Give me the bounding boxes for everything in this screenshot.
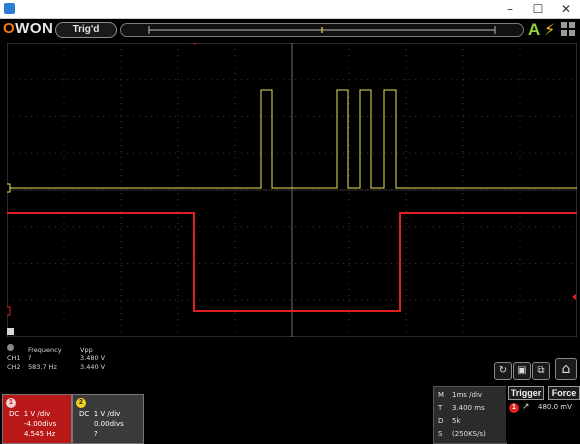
ch2-offset: 0.00divs (94, 420, 124, 428)
menu-marker (7, 328, 14, 335)
app-icon (4, 3, 15, 14)
timebase-row-m: M 1ms /div (438, 391, 483, 399)
measure-ch2-vpp: 3.440 V (80, 363, 106, 371)
trigger-status: Trig'd (55, 22, 117, 38)
close-button[interactable]: ✕ (556, 1, 576, 17)
ch1-ground-marker (7, 183, 11, 193)
measure-ch2-label: CH2 (7, 363, 21, 371)
measure-ch2-freq: 583.7 Hz (28, 363, 57, 371)
menu-grid-icon[interactable] (561, 22, 575, 36)
timebase-panel[interactable]: M 1ms /div T 3.400 ms D 5k S (250KS/s) (433, 386, 507, 444)
ch1-badge: 1 (6, 398, 16, 408)
mode-icon[interactable]: ↻ (494, 362, 512, 380)
memory-position-bar[interactable] (120, 23, 524, 37)
trigger-button[interactable]: Trigger (508, 386, 544, 400)
screen-icon[interactable]: ⧉ (532, 362, 550, 380)
measure-toggle-icon[interactable] (7, 344, 14, 351)
timebase-row-d: D 5k (438, 417, 461, 425)
ch1-offset: -4.00divs (24, 420, 57, 428)
memory-position-track (148, 26, 496, 34)
measure-ch1-label: CH1 (7, 354, 21, 362)
ch2-badge: 2 (76, 398, 86, 408)
measure-head-vpp: Vpp (80, 346, 93, 354)
brand-logo: OWON (3, 20, 54, 37)
lightning-bolt-icon[interactable]: ⚡ (544, 20, 555, 39)
timebase-row-s: S (250KS/s) (438, 430, 486, 438)
timebase-row-t: T 3.400 ms (438, 404, 485, 412)
ch1-coupling: DC 1 V /div (9, 410, 51, 418)
trigger-level: 480.0 mV (538, 403, 572, 411)
rising-edge-icon: ↗ (522, 402, 530, 412)
ch2-coupling: DC 1 V /div (79, 410, 121, 418)
minimize-button[interactable]: – (500, 1, 520, 17)
measure-head-frequency: Frequency (28, 346, 62, 354)
measure-ch1-vpp: 3.480 V (80, 354, 106, 362)
maximize-button[interactable]: ☐ (528, 1, 548, 17)
measure-ch1-freq: ? (28, 354, 32, 362)
save-icon[interactable]: ▣ (513, 362, 531, 380)
ch1-settings-card[interactable]: 1 DC 1 V /div -4.00divs 4.545 Hz (2, 394, 72, 444)
home-icon[interactable]: ⌂ (555, 358, 577, 380)
trigger-panel: Trigger Force 1 ↗ 480.0 mV (506, 386, 580, 442)
force-button[interactable]: Force (548, 386, 580, 400)
trigger-channel-badge: 1 (509, 403, 519, 413)
ch2-ground-marker (7, 306, 11, 316)
waveform-display[interactable] (7, 43, 577, 337)
ch2-frequency: ? (94, 430, 98, 438)
run-indicator[interactable]: A (528, 20, 540, 40)
ch2-settings-card[interactable]: 2 DC 1 V /div 0.00divs ? (72, 394, 144, 444)
ch1-frequency: 4.545 Hz (24, 430, 56, 438)
title-bar: – ☐ ✕ (0, 0, 580, 19)
